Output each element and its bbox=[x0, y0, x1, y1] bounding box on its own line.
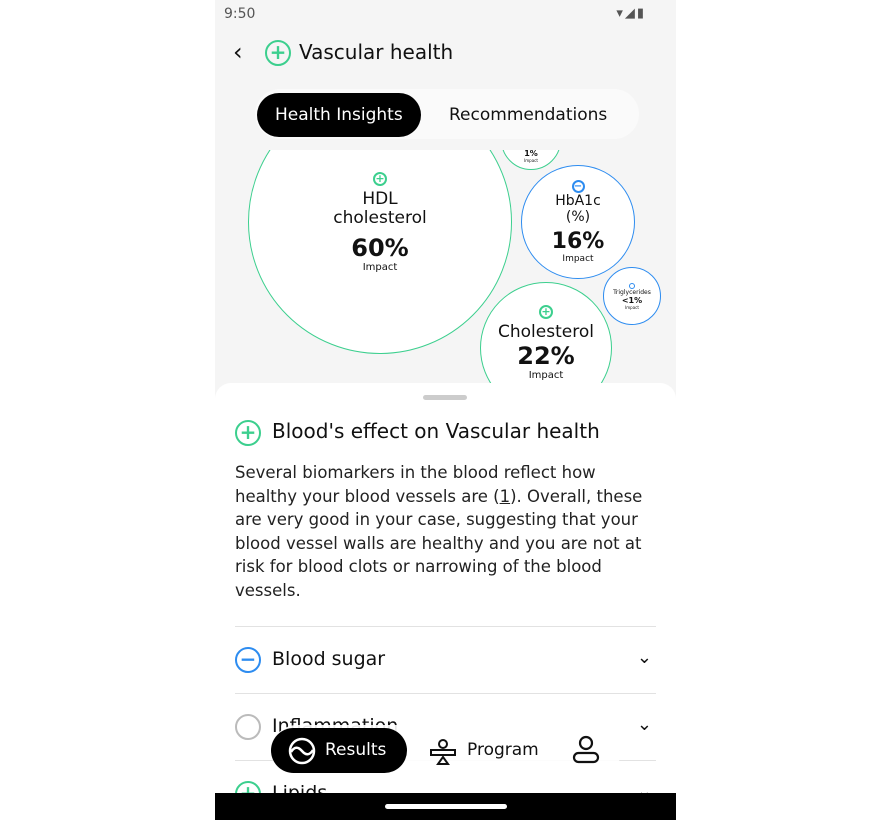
page-title: Vascular health bbox=[299, 40, 454, 64]
chevron-down-icon: ⌄ bbox=[636, 647, 652, 668]
description: Several biomarkers in the blood reflect … bbox=[235, 461, 660, 603]
tab-bar: Health Insights Recommendations bbox=[255, 89, 639, 139]
tab-health-insights[interactable]: Health Insights bbox=[257, 93, 421, 137]
bubble-value: 22% bbox=[517, 342, 575, 370]
nav-results[interactable]: Results bbox=[271, 728, 407, 773]
accordion-blood-sugar[interactable]: − Blood sugar ⌄ bbox=[235, 626, 656, 693]
plus-circle-icon: + bbox=[265, 40, 291, 66]
neutral-circle-icon bbox=[235, 714, 261, 740]
profile-icon[interactable] bbox=[571, 735, 601, 765]
bubble-caption: Impact bbox=[362, 261, 398, 273]
chevron-down-icon: ⌄ bbox=[636, 714, 652, 735]
bubble-caption: Impact bbox=[562, 254, 594, 264]
bubble-cholesterol[interactable]: + Cholesterol 22% Impact bbox=[480, 282, 612, 383]
bubble-chart: + HDL cholesterol 60% Impact 1% Impact −… bbox=[215, 150, 676, 383]
bottom-nav: Results Program bbox=[271, 725, 621, 777]
bubble-hba1c[interactable]: − HbA1c (%) 16% Impact bbox=[521, 165, 635, 279]
reference-link[interactable]: 1 bbox=[500, 487, 511, 506]
bubble-hdl-cholesterol[interactable]: + HDL cholesterol 60% Impact bbox=[248, 150, 512, 354]
nav-label: Results bbox=[325, 740, 387, 760]
sheet-title: Blood's effect on Vascular health bbox=[272, 419, 600, 443]
minus-circle-icon: − bbox=[235, 647, 261, 673]
wave-circle-icon bbox=[288, 737, 316, 765]
balance-icon bbox=[430, 739, 456, 765]
minus-circle-icon: − bbox=[571, 180, 585, 193]
bubble-triglycerides[interactable]: Triglycerides <1% Impact bbox=[603, 267, 661, 325]
bubble-label: HDL cholesterol bbox=[333, 188, 427, 228]
nav-program[interactable]: Program bbox=[429, 728, 539, 773]
phone-screen: 9:50 ▾◢▮ ‹ + Vascular health Health Insi… bbox=[215, 0, 676, 820]
bubble-caption: Impact bbox=[524, 158, 538, 163]
bubble-caption: Impact bbox=[528, 370, 564, 381]
bubble-value: 1% bbox=[524, 150, 538, 158]
bubble-small[interactable]: 1% Impact bbox=[501, 150, 561, 170]
bubble-value: 16% bbox=[551, 229, 605, 254]
row-label: Blood sugar bbox=[272, 648, 386, 670]
drag-handle[interactable] bbox=[423, 395, 467, 400]
plus-circle-icon: + bbox=[235, 420, 261, 446]
bubble-label: Cholesterol bbox=[498, 322, 594, 342]
plus-circle-icon: + bbox=[373, 171, 387, 186]
bubble-value: <1% bbox=[621, 295, 643, 305]
bubble-value: 60% bbox=[351, 233, 409, 262]
home-indicator[interactable] bbox=[385, 804, 507, 809]
plus-circle-icon: + bbox=[539, 305, 553, 319]
nav-label: Program bbox=[467, 740, 539, 760]
back-button[interactable]: ‹ bbox=[233, 38, 243, 66]
tab-recommendations[interactable]: Recommendations bbox=[431, 93, 625, 137]
bubble-label: HbA1c (%) bbox=[555, 193, 601, 225]
status-icons: ▾◢▮ bbox=[616, 6, 646, 21]
system-nav-bar bbox=[215, 793, 676, 820]
bubble-label: Triglycerides bbox=[613, 288, 651, 296]
bubble-caption: Impact bbox=[625, 304, 639, 310]
status-time: 9:50 bbox=[224, 6, 256, 22]
